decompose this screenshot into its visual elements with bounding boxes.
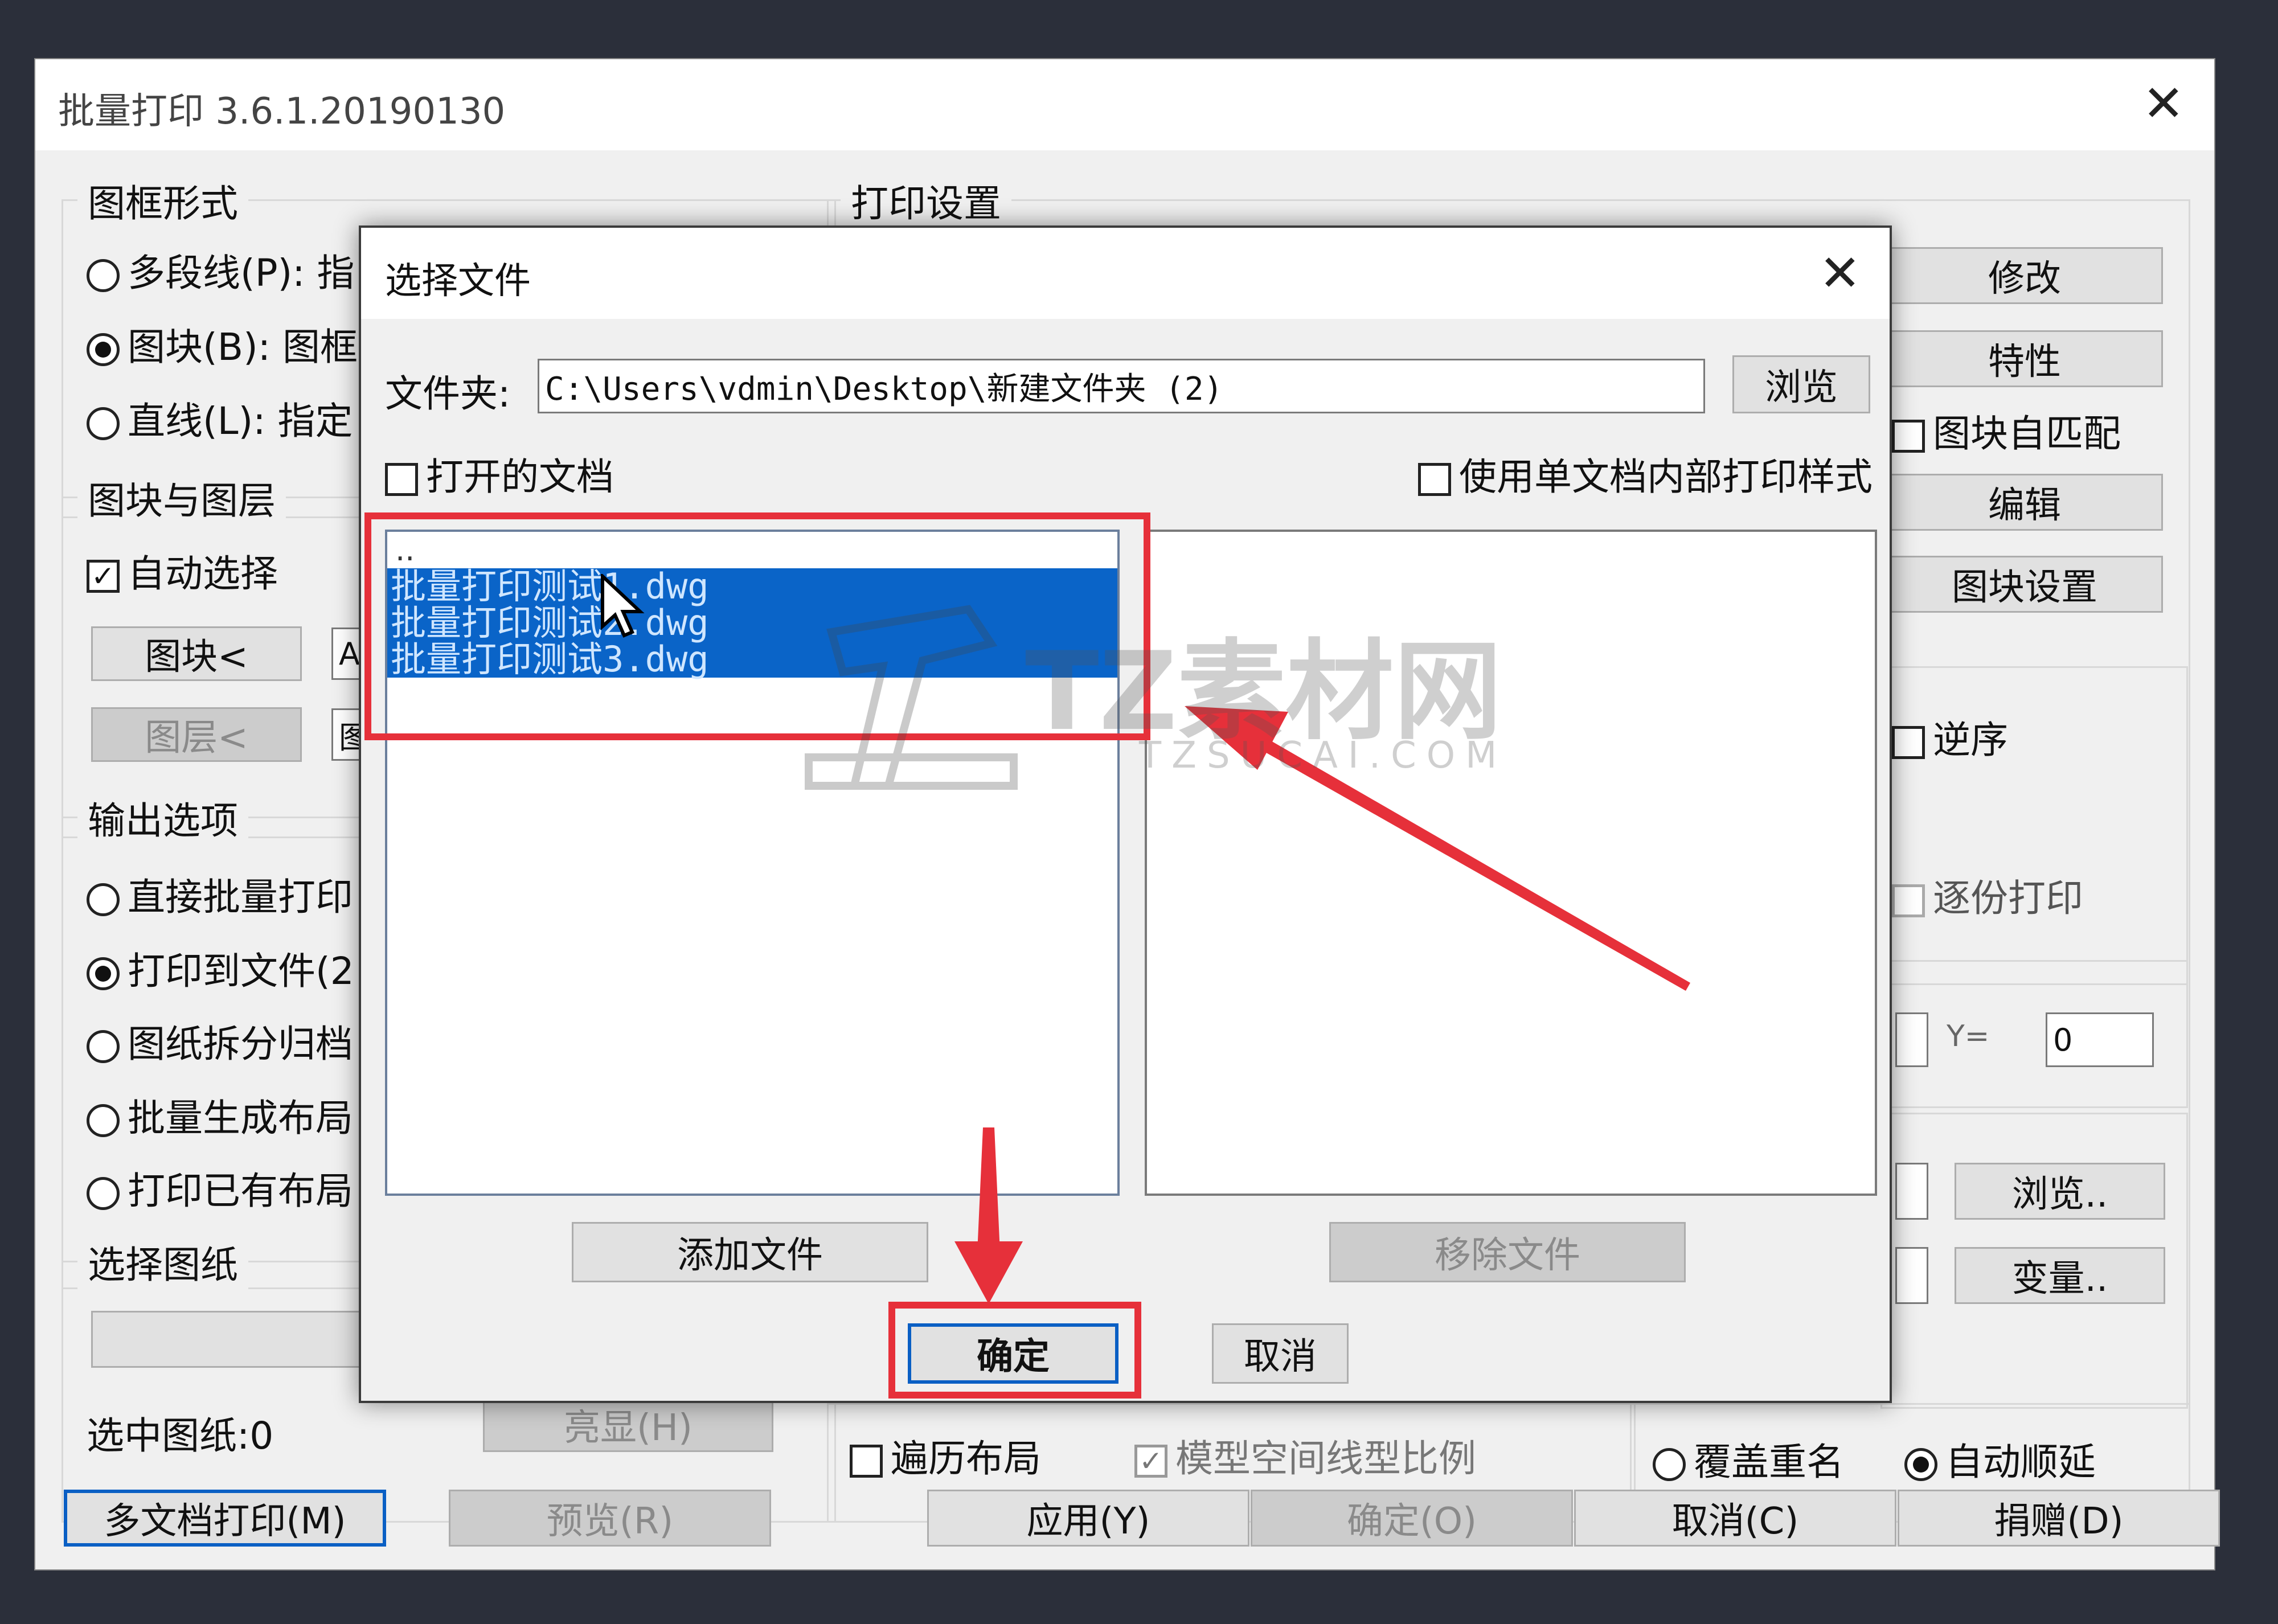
watermark-logo-icon	[805, 605, 1018, 790]
arrow-to-ok-button	[954, 1127, 1023, 1304]
watermark-url: TZSUCAI.COM	[1139, 735, 1507, 777]
watermark: TZ素材网 TZSUCAI.COM	[797, 592, 1538, 809]
annotation-arrows	[954, 706, 1690, 1304]
